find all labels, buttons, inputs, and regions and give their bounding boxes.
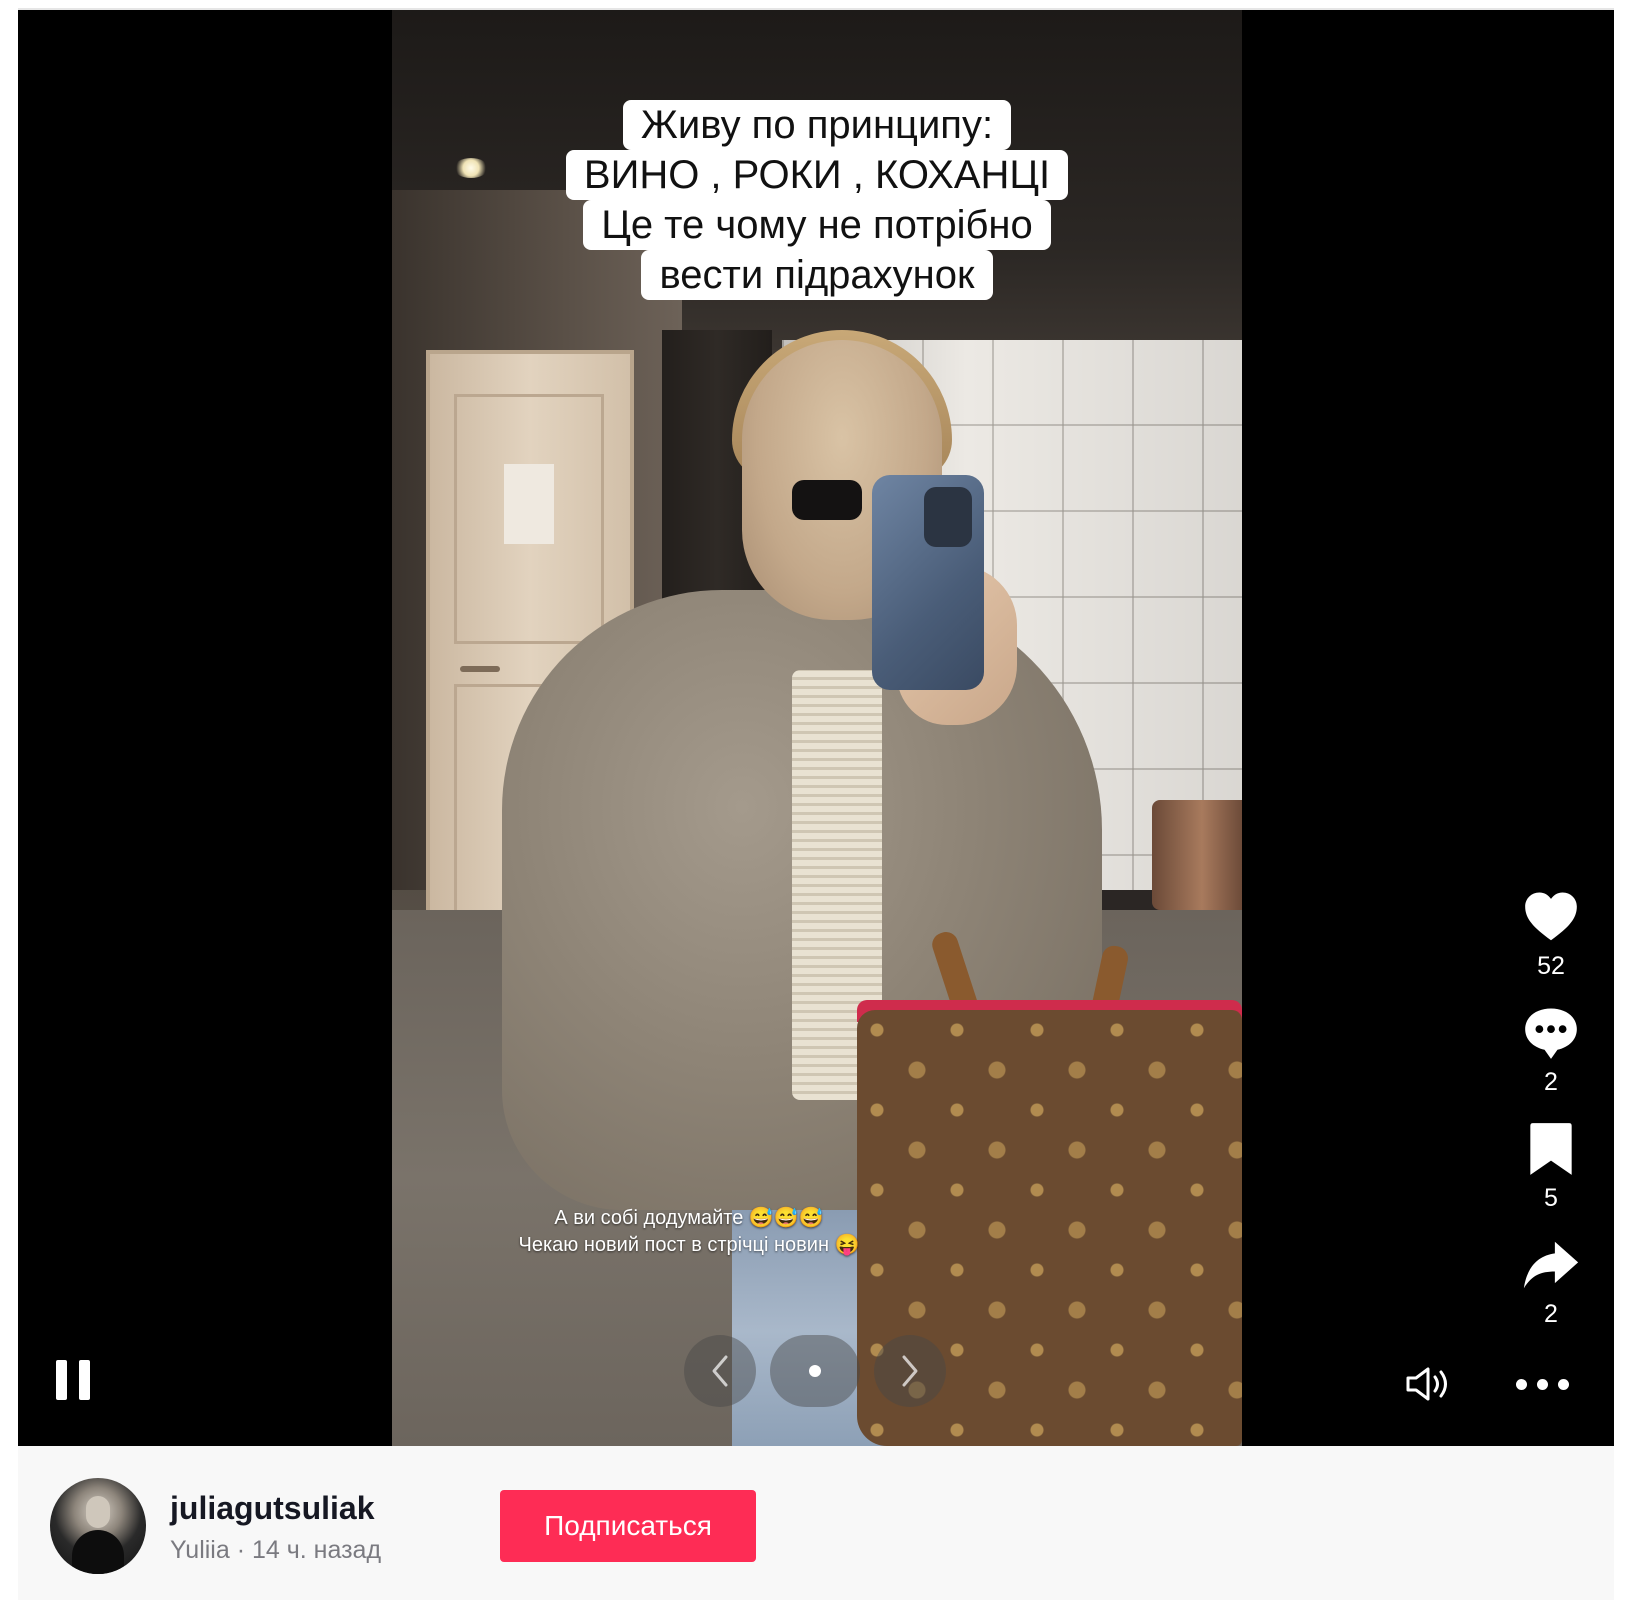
action-bar: 52 2 5 2 bbox=[1496, 886, 1606, 1350]
author-name-and-time: Yuliia · 14 ч. назад bbox=[170, 1536, 382, 1564]
avatar[interactable] bbox=[50, 1478, 146, 1574]
story-text-line: Чекаю новий пост в стрічці новин 😝 bbox=[518, 1234, 860, 1256]
carousel-indicator bbox=[770, 1335, 860, 1407]
video-player[interactable]: Живу по принципу: ВИНО , РОКИ , КОХАНЦІ … bbox=[18, 10, 1614, 1446]
chevron-left-icon bbox=[712, 1355, 728, 1387]
more-icon bbox=[1515, 1378, 1527, 1390]
video-frame[interactable]: Живу по принципу: ВИНО , РОКИ , КОХАНЦІ … bbox=[392, 10, 1242, 1446]
comment-icon bbox=[1525, 1008, 1577, 1059]
share-icon bbox=[1523, 1241, 1579, 1289]
like-count: 52 bbox=[1537, 952, 1565, 980]
save-button[interactable]: 5 bbox=[1520, 1118, 1582, 1234]
follow-button[interactable]: Подписаться bbox=[500, 1490, 756, 1562]
like-button[interactable]: 52 bbox=[1520, 886, 1582, 1002]
video-post: Живу по принципу: ВИНО , РОКИ , КОХАНЦІ … bbox=[0, 0, 1652, 1600]
carousel-prev-button[interactable] bbox=[684, 1335, 756, 1407]
story-text-line: А ви собі додумайте 😅😅😅 bbox=[554, 1207, 824, 1229]
chevron-right-icon bbox=[902, 1355, 918, 1387]
carousel-dot-active bbox=[809, 1365, 821, 1377]
volume-icon bbox=[1406, 1367, 1447, 1401]
caption-line: Живу по принципу: bbox=[622, 100, 1012, 150]
story-text: А ви собі додумайте 😅😅😅 Чекаю новий пост… bbox=[392, 1205, 986, 1259]
pause-button[interactable] bbox=[56, 1360, 96, 1404]
comment-button[interactable]: 2 bbox=[1520, 1002, 1582, 1118]
volume-button[interactable] bbox=[1404, 1364, 1454, 1404]
pause-icon bbox=[56, 1360, 67, 1400]
caption-line: вести підрахунок bbox=[641, 250, 993, 300]
author-bar: juliagutsuliak Yuliia · 14 ч. назад Подп… bbox=[18, 1446, 1614, 1600]
caption-line: ВИНО , РОКИ , КОХАНЦІ bbox=[565, 150, 1069, 200]
author-username[interactable]: juliagutsuliak bbox=[170, 1490, 374, 1527]
save-count: 5 bbox=[1544, 1184, 1558, 1212]
video-text-overlay: Живу по принципу: ВИНО , РОКИ , КОХАНЦІ … bbox=[392, 100, 1242, 300]
heart-icon bbox=[1525, 892, 1577, 941]
share-count: 2 bbox=[1544, 1300, 1558, 1328]
more-options-button[interactable] bbox=[1512, 1374, 1572, 1394]
comment-count: 2 bbox=[1544, 1068, 1558, 1096]
caption-line: Це те чому не потрібно bbox=[583, 200, 1051, 250]
share-button[interactable]: 2 bbox=[1520, 1234, 1582, 1350]
carousel-next-button[interactable] bbox=[874, 1335, 946, 1407]
phone-in-hand bbox=[872, 475, 984, 690]
bookmark-icon bbox=[1530, 1123, 1572, 1175]
